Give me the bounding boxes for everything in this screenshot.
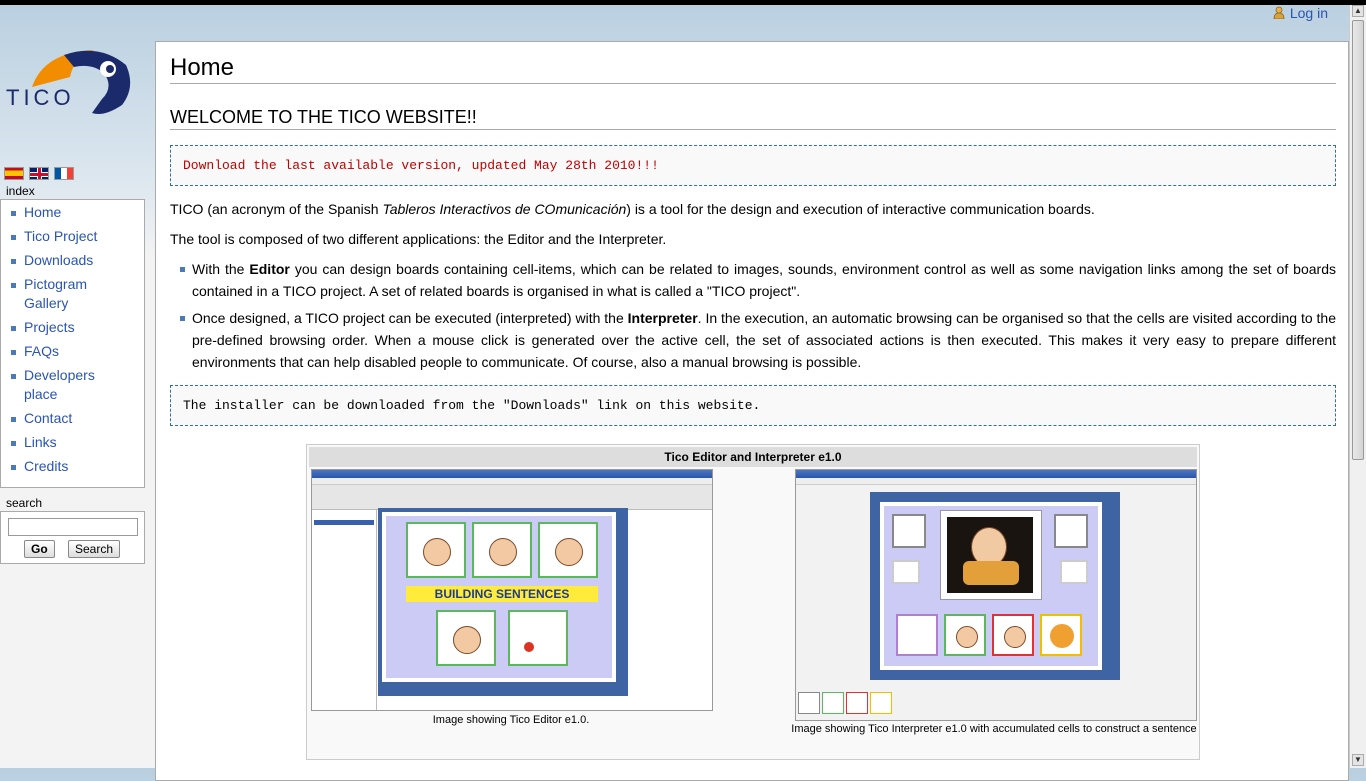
sidebar-link[interactable]: Projects [24,319,75,335]
sidebar-item-credits[interactable]: Credits [9,457,144,476]
sidebar-link[interactable]: Downloads [24,252,93,268]
tico-logo[interactable]: TICO [4,47,132,117]
login-link[interactable]: Log in [1290,5,1328,21]
building-sentences-banner: BUILDING SENTENCES [406,586,598,602]
gallery-title: Tico Editor and Interpreter e1.0 [309,447,1197,467]
language-flags [4,167,74,180]
sidebar-link[interactable]: FAQs [24,343,59,359]
search-input[interactable] [8,518,138,536]
tico-editor-screenshot[interactable]: BUILDING SENTENCES [311,469,713,711]
sidebar-link[interactable]: Tico Project [24,228,97,244]
user-icon [1273,6,1285,19]
download-notice: Download the last available version, upd… [170,145,1336,186]
spanish-flag-icon[interactable] [4,167,24,180]
page-title: Home [170,54,1336,84]
tico-interpreter-screenshot[interactable] [795,469,1197,721]
scroll-thumb[interactable] [1352,20,1364,460]
go-button[interactable]: Go [24,540,55,558]
sidebar-link[interactable]: Home [24,204,61,220]
sidebar-item-home[interactable]: Home [9,203,144,222]
sidebar-nav: Home Tico Project Downloads Pictogram Ga… [0,199,145,488]
sidebar-item-faqs[interactable]: FAQs [9,342,144,361]
page-scrollbar[interactable]: ▲ ▼ [1349,5,1366,768]
composed-paragraph: The tool is composed of two different ap… [170,231,667,247]
installer-notice: The installer can be downloaded from the… [170,385,1336,426]
list-item: Once designed, a TICO project can be exe… [170,307,1336,373]
login-area: Log in [1273,5,1328,21]
sidebar-link[interactable]: Developers place [24,367,95,402]
sidebar-link[interactable]: Links [24,434,57,450]
image-gallery: Tico Editor and Interpreter e1.0 BUILDIN… [306,444,1200,760]
scroll-up-arrow-icon[interactable]: ▲ [1352,5,1364,17]
search-label: search [6,496,43,510]
logo-text: TICO [6,85,75,110]
main-content: Home WELCOME TO THE TICO WEBSITE!! Downl… [155,41,1349,781]
sidebar-item-projects[interactable]: Projects [9,318,144,337]
intro-paragraph: TICO (an acronym of the Spanish Tableros… [170,201,1095,217]
top-border [0,0,1366,5]
sidebar-link[interactable]: Pictogram Gallery [24,276,87,311]
sidebar-link[interactable]: Credits [24,458,68,474]
list-item: With the Editor you can design boards co… [170,258,1336,302]
search-box: Go Search [0,511,145,564]
sidebar-link[interactable]: Contact [24,410,72,426]
feature-list: With the Editor you can design boards co… [170,258,1336,378]
search-button[interactable]: Search [68,540,121,558]
english-flag-icon[interactable] [29,167,49,180]
sidebar-item-tico-project[interactable]: Tico Project [9,227,144,246]
sidebar-item-developers-place[interactable]: Developers place [9,366,114,404]
interpreter-caption: Image showing Tico Interpreter e1.0 with… [791,723,1197,735]
section-title: WELCOME TO THE TICO WEBSITE!! [170,107,1336,130]
sidebar-item-contact[interactable]: Contact [9,409,144,428]
sidebar-item-pictogram-gallery[interactable]: Pictogram Gallery [9,275,114,313]
index-label: index [6,184,35,198]
sidebar-item-downloads[interactable]: Downloads [9,251,144,270]
french-flag-icon[interactable] [54,167,74,180]
sidebar-item-links[interactable]: Links [9,433,144,452]
scroll-down-arrow-icon[interactable]: ▼ [1352,754,1364,766]
editor-caption: Image showing Tico Editor e1.0. [432,714,590,726]
